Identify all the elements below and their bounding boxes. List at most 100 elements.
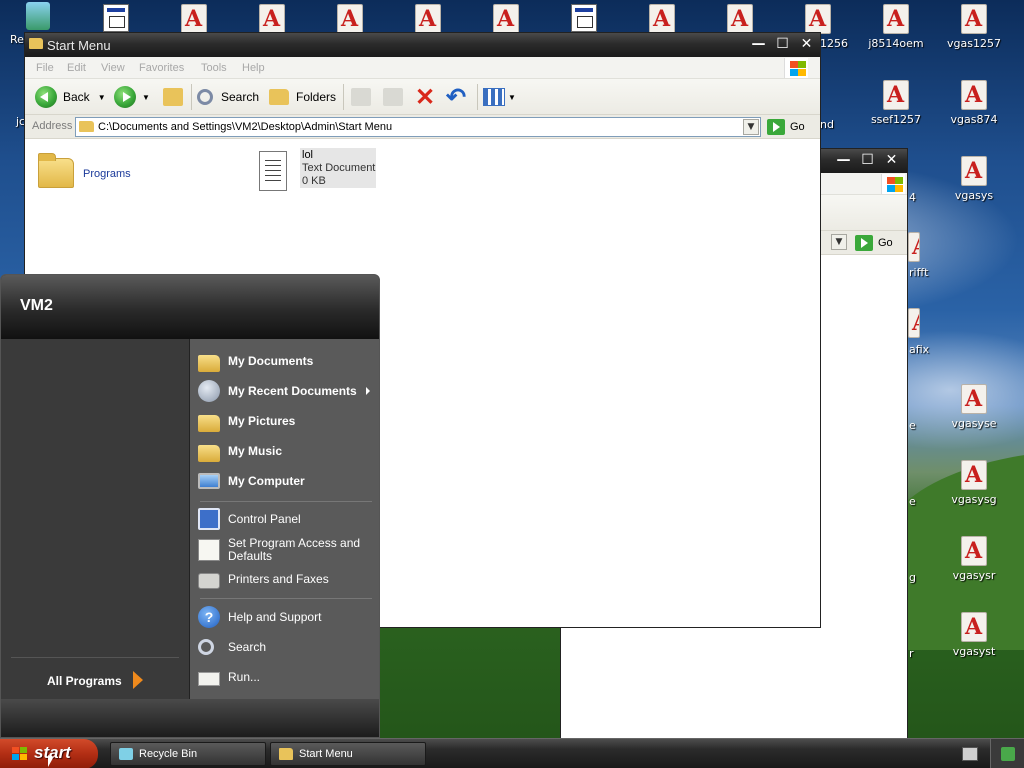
close-button[interactable]: ✕ [882, 152, 901, 170]
menu-run[interactable]: Run... [198, 664, 260, 690]
desktop-icon-partial[interactable]: A [908, 232, 920, 262]
folders-label: Folders [296, 90, 337, 104]
taskbar-item-label: Start Menu [299, 748, 353, 760]
desktop-icon-pdf[interactable]: A vgasyst [936, 612, 1012, 658]
desktop-icon-partial[interactable]: A [908, 308, 920, 338]
start-menu-footer [1, 699, 379, 737]
desktop-icon-pdf[interactable]: A ssef1257 [858, 80, 934, 126]
pdf-file-icon: A [961, 536, 987, 566]
recent-docs-icon [198, 380, 220, 402]
desktop-icon-pdf[interactable]: A vgasyse [936, 384, 1012, 430]
desktop-icon-pdf[interactable]: A vgas1257 [936, 4, 1012, 50]
run-icon [198, 672, 220, 686]
go-arrow-icon [767, 119, 785, 135]
menu-printers-and-faxes[interactable]: Printers and Faxes [198, 566, 329, 592]
menu-my-documents[interactable]: My Documents [198, 348, 313, 374]
network-icon[interactable] [1001, 747, 1015, 761]
desktop-icon-label: g [909, 571, 916, 584]
close-button[interactable]: ✕ [797, 36, 816, 54]
menu-view[interactable]: View [101, 62, 125, 74]
menu-my-music[interactable]: My Music [198, 438, 282, 464]
desktop-icon-pdf[interactable]: A vgasysr [936, 536, 1012, 582]
menu-tools[interactable]: Tools [201, 62, 227, 74]
control-panel-icon [198, 508, 220, 530]
forward-button[interactable]: ▼ [114, 86, 150, 108]
menu-help-and-support[interactable]: ? Help and Support [198, 604, 321, 630]
desktop-icon-pdf[interactable]: A [624, 4, 700, 34]
up-folder-button[interactable] [163, 86, 183, 108]
menu-search[interactable]: Search [198, 634, 266, 660]
address-input[interactable]: C:\Documents and Settings\VM2\Desktop\Ad… [75, 117, 761, 137]
address-value: C:\Documents and Settings\VM2\Desktop\Ad… [98, 121, 393, 133]
minimize-button[interactable]: — [749, 36, 768, 54]
move-to-button[interactable] [351, 86, 371, 108]
folder-music-icon [198, 444, 220, 462]
desktop-icon-label: vgas874 [950, 113, 998, 126]
menu-set-program-access[interactable]: Set Program Access and Defaults [198, 536, 360, 564]
start-menu: VM2 My Documents My Recent Documents My … [0, 274, 380, 738]
text-document-icon [259, 151, 287, 191]
menu-favorites[interactable]: Favorites [139, 62, 184, 74]
desktop-icon-pdf[interactable]: A j8514oem [858, 4, 934, 50]
desktop-icon-label: vgasys [954, 189, 994, 202]
pdf-file-icon: A [259, 4, 285, 34]
taskbar-item-recycle-bin[interactable]: Recycle Bin [110, 742, 266, 766]
desktop-icon-exe[interactable] [78, 4, 154, 32]
desktop-icon-pdf[interactable]: A vgas874 [936, 80, 1012, 126]
desktop-icon-label: rifft [909, 266, 929, 279]
go-button[interactable]: Go [855, 233, 893, 253]
folders-icon [269, 89, 289, 105]
mouse-cursor-icon [48, 755, 53, 767]
desktop-icon-pdf[interactable]: A [390, 4, 466, 34]
back-button[interactable]: Back ▼ [35, 86, 106, 108]
maximize-button[interactable]: ☐ [773, 36, 792, 54]
menu-my-pictures[interactable]: My Pictures [198, 408, 295, 434]
address-dropdown-button[interactable]: ▼ [743, 119, 759, 135]
all-programs-label: All Programs [47, 674, 122, 688]
keyboard-icon[interactable] [962, 747, 978, 761]
taskbar-item-label: Recycle Bin [139, 748, 198, 760]
desktop-icon-pdf[interactable]: A [156, 4, 232, 34]
address-label: Address [32, 120, 73, 132]
copy-to-button[interactable] [383, 86, 403, 108]
user-name: VM2 [20, 297, 53, 314]
search-button[interactable]: Search [197, 86, 259, 108]
desktop-icon-label: nd [820, 118, 834, 131]
go-label: Go [878, 237, 893, 249]
desktop-icon-label: j8514oem [868, 37, 924, 50]
menu-help[interactable]: Help [242, 62, 265, 74]
taskbar-item-start-menu[interactable]: Start Menu [270, 742, 426, 766]
desktop-icon-pdf[interactable]: A [702, 4, 778, 34]
menu-my-recent-documents[interactable]: My Recent Documents [198, 378, 357, 404]
go-button[interactable]: Go [767, 117, 805, 137]
menu-my-computer[interactable]: My Computer [198, 468, 305, 494]
start-menu-header: VM2 [1, 275, 379, 339]
menu-edit[interactable]: Edit [67, 62, 86, 74]
desktop-icon-pdf[interactable]: A vgasysg [936, 460, 1012, 506]
desktop-icon-exe[interactable] [546, 4, 622, 32]
divider [11, 657, 179, 658]
folders-button[interactable]: Folders [269, 86, 336, 108]
windows-logo-icon [12, 747, 28, 761]
address-dropdown-button[interactable]: ▼ [831, 234, 847, 250]
desktop-icon-pdf[interactable]: A vgasys [936, 156, 1012, 202]
folder-pictures-icon [198, 414, 220, 432]
chevron-down-icon: ▼ [508, 92, 516, 102]
pdf-file-icon: A [805, 4, 831, 34]
chevron-down-icon[interactable]: ▼ [142, 93, 150, 102]
desktop-icon-pdf[interactable]: A [312, 4, 388, 34]
menu-file[interactable]: File [36, 62, 54, 74]
maximize-button[interactable]: ☐ [858, 152, 877, 170]
minimize-button[interactable]: — [834, 152, 853, 170]
explorer-titlebar[interactable]: Start Menu — ☐ ✕ [25, 33, 820, 57]
desktop-icon-pdf[interactable]: A [234, 4, 310, 34]
menu-control-panel[interactable]: Control Panel [198, 506, 301, 532]
delete-button[interactable]: ✕ [415, 84, 435, 111]
chevron-down-icon[interactable]: ▼ [98, 93, 106, 102]
desktop-icon-pdf[interactable]: A [468, 4, 544, 34]
undo-button[interactable]: ↶ [446, 84, 466, 111]
program-access-icon [198, 539, 220, 561]
views-button[interactable]: ▼ [483, 86, 516, 108]
window-title: Start Menu [47, 38, 111, 53]
toolbar-separator [191, 84, 192, 110]
